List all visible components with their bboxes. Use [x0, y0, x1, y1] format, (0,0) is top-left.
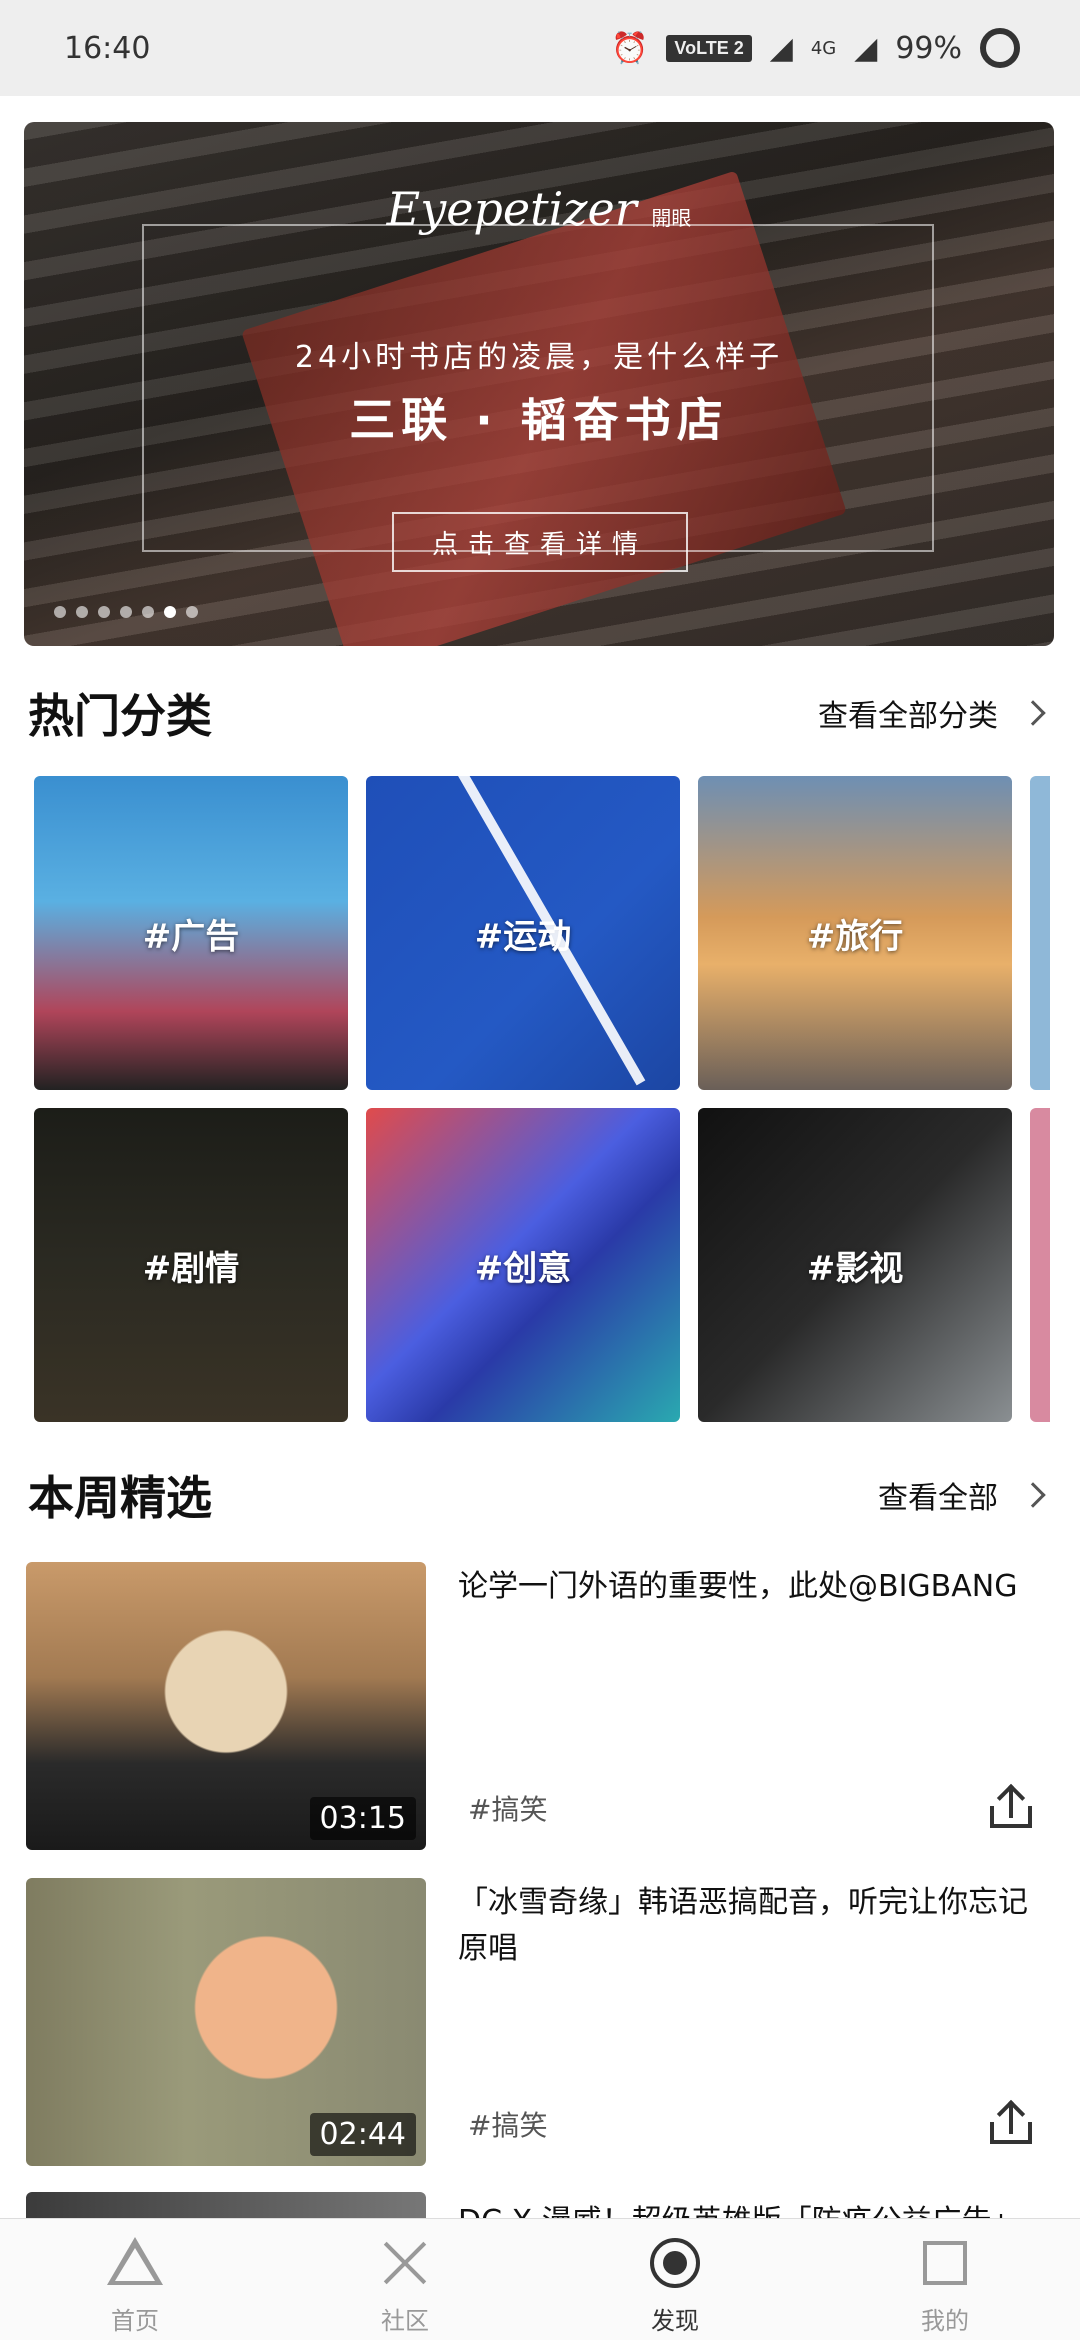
video-thumbnail[interactable]: 03:15: [26, 1562, 426, 1850]
category-card-ad[interactable]: #广告: [34, 776, 348, 1090]
nav-label: 首页: [111, 2307, 159, 2335]
video-tag[interactable]: #搞笑: [468, 1788, 547, 1828]
category-label: #旅行: [806, 916, 904, 957]
pagination-dot-active: [164, 606, 176, 618]
banner-detail-button[interactable]: 点击查看详情: [392, 512, 688, 572]
nav-community[interactable]: 社区: [270, 2219, 540, 2340]
pagination-dot: [54, 606, 66, 618]
category-label: #创意: [474, 1248, 572, 1289]
battery-icon: [980, 28, 1020, 68]
share-icon[interactable]: [990, 2099, 1032, 2144]
category-label: #广告: [142, 916, 240, 957]
bottom-navigation: 首页 社区 发现 我的: [0, 2218, 1080, 2340]
chevron-right-icon: [1020, 700, 1046, 726]
nav-label: 社区: [381, 2307, 429, 2335]
video-duration: 02:44: [309, 2113, 416, 2156]
video-thumbnail[interactable]: 02:44: [26, 1878, 426, 2166]
banner-logo-cn: 開眼: [651, 206, 692, 230]
pagination-dot: [76, 606, 88, 618]
chevron-right-icon: [1020, 1482, 1046, 1508]
view-all-label: 查看全部: [878, 1481, 998, 1516]
nav-discover[interactable]: 发现: [540, 2219, 810, 2340]
category-card-sport[interactable]: #运动: [366, 776, 680, 1090]
category-card-drama[interactable]: #剧情: [34, 1108, 348, 1422]
category-label: #运动: [474, 916, 572, 957]
category-card-peek[interactable]: [1030, 776, 1050, 1090]
nav-mine[interactable]: 我的: [810, 2219, 1080, 2340]
video-title[interactable]: 「冰雪奇缘」韩语恶搞配音，听完让你忘记原唱: [458, 1880, 1038, 1972]
alarm-icon: ⏰: [611, 30, 649, 66]
signal-icon: ◢: [854, 30, 878, 66]
nav-label: 发现: [651, 2307, 699, 2335]
triangle-icon: [107, 2237, 163, 2285]
list-item[interactable]: 03:15 论学一门外语的重要性，此处@BIGBANG #搞笑: [26, 1562, 1056, 1850]
pagination-dot: [120, 606, 132, 618]
video-tag[interactable]: #搞笑: [468, 2104, 547, 2144]
category-card-peek[interactable]: [1030, 1108, 1050, 1422]
view-all-label: 查看全部分类: [818, 699, 998, 734]
view-all-weekly-link[interactable]: 查看全部: [878, 1473, 1052, 1517]
hot-categories-header: 热门分类 查看全部分类: [28, 680, 1052, 746]
weekly-picks-header: 本周精选 查看全部: [28, 1462, 1052, 1528]
pagination-dot: [142, 606, 154, 618]
category-label: #剧情: [142, 1248, 240, 1289]
nav-home[interactable]: 首页: [0, 2219, 270, 2340]
pagination-dot: [98, 606, 110, 618]
featured-banner[interactable]: Eyepetizer 開眼 24小时书店的凌晨，是什么样子 三联 · 韬奋书店 …: [24, 122, 1054, 646]
signal-icon: ◢: [769, 30, 793, 66]
battery-percent: 99%: [895, 30, 962, 66]
banner-headline: 三联 · 韬奋书店: [349, 393, 729, 447]
square-icon: [923, 2241, 967, 2285]
banner-subtitle: 24小时书店的凌晨，是什么样子: [294, 340, 784, 375]
pagination-dot: [186, 606, 198, 618]
section-title: 本周精选: [28, 1471, 212, 1525]
status-icons: ⏰ VoLTE 2 ◢ 4G ◢ 99%: [611, 28, 1020, 68]
video-duration: 03:15: [309, 1797, 416, 1840]
discover-icon: [650, 2238, 700, 2288]
network-label: 4G: [810, 37, 837, 59]
section-title: 热门分类: [28, 689, 212, 743]
banner-logo: Eyepetizer 開眼: [24, 182, 1054, 236]
banner-pagination: [54, 606, 198, 618]
status-time: 16:40: [64, 30, 151, 66]
category-card-creative[interactable]: #创意: [366, 1108, 680, 1422]
cross-icon: [375, 2233, 435, 2293]
category-card-travel[interactable]: #旅行: [698, 776, 1012, 1090]
video-title[interactable]: 论学一门外语的重要性，此处@BIGBANG: [458, 1564, 1038, 1610]
status-bar: 16:40 ⏰ VoLTE 2 ◢ 4G ◢ 99%: [0, 0, 1080, 96]
banner-logo-text: Eyepetizer: [386, 182, 637, 236]
view-all-categories-link[interactable]: 查看全部分类: [818, 691, 1052, 735]
category-label: #影视: [806, 1248, 904, 1289]
nav-label: 我的: [921, 2307, 969, 2335]
category-card-film[interactable]: #影视: [698, 1108, 1012, 1422]
volte-badge: VoLTE 2: [666, 34, 752, 62]
list-item[interactable]: 02:44 「冰雪奇缘」韩语恶搞配音，听完让你忘记原唱 #搞笑: [26, 1878, 1056, 2166]
share-icon[interactable]: [990, 1783, 1032, 1828]
